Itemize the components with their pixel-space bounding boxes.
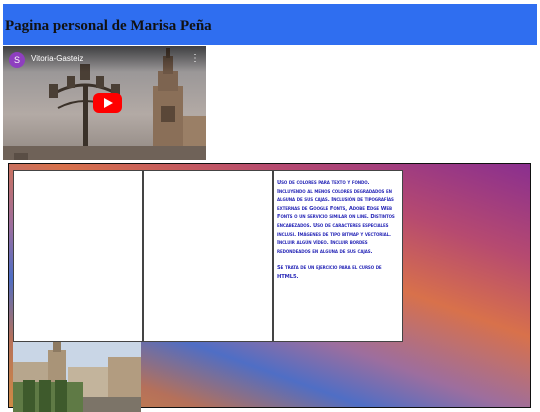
course-note-paragraph: Se trata de un ejercicio para el curso d…: [277, 265, 382, 280]
city-photo: [13, 342, 141, 412]
small-image: [14, 153, 28, 160]
description-paragraph: Uso de colores para texto y fondo. Inclu…: [277, 180, 395, 255]
youtube-play-icon[interactable]: [93, 93, 122, 113]
gradient-content-panel: Uso de colores para texto y fondo. Inclu…: [8, 163, 531, 412]
youtube-video-embed[interactable]: S Vitoria-Gasteiz ⋮: [3, 46, 206, 160]
more-vert-icon[interactable]: ⋮: [190, 53, 200, 65]
channel-avatar[interactable]: S: [9, 52, 25, 68]
page-header: Pagina personal de Marisa Peña: [3, 4, 537, 45]
content-box-3: Uso de colores para texto y fondo. Inclu…: [273, 170, 403, 342]
content-box-2: [143, 170, 273, 342]
video-title[interactable]: Vitoria-Gasteiz: [31, 54, 83, 63]
page-title: Pagina personal de Marisa Peña: [5, 18, 212, 34]
content-box-1: [13, 170, 143, 342]
